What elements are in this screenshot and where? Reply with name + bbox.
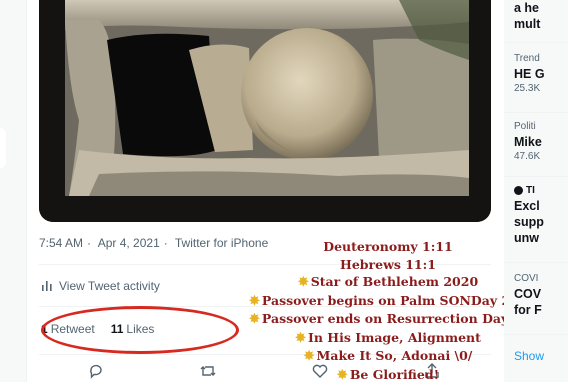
trend-item-2[interactable]: Politi Mike 47.6K [514,120,542,164]
overlay-line-2: Hebrews 11:1 [249,256,527,274]
news-source-icon [514,186,523,195]
trend-item-1[interactable]: Trend HE G 25.3K [514,52,545,96]
covid-category: COVI [514,272,542,286]
trend-title: HE G [514,66,545,82]
star-icon: ✸ [337,368,348,383]
trend-top-line1: a he [514,0,540,16]
sidebar-divider [504,42,568,43]
star-icon: ✸ [304,349,315,364]
activity-label: View Tweet activity [59,279,160,293]
covid-line1: COV [514,286,542,302]
retweet-icon[interactable] [199,362,217,380]
sidebar-divider [504,112,568,113]
trend-category: Politi [514,120,542,134]
star-icon: ✸ [298,275,309,290]
overlay-line-7: ✸Make It So, Adonai \0/ [249,347,527,366]
star-icon: ✸ [295,331,306,346]
news-line1: Excl [514,198,544,214]
tweet-detail: 7:54 AM· Apr 4, 2021· Twitter for iPhone… [26,0,506,382]
star-icon: ✸ [249,312,260,327]
news-line2: supp [514,214,544,230]
bar-chart-icon [41,280,53,292]
tomb-photo [39,0,491,222]
overlay-line-4: ✸Passover begins on Palm SONDay 2021 [249,292,527,311]
trend-count: 47.6K [514,150,542,164]
left-gutter [0,0,26,382]
trend-title: Mike [514,134,542,150]
news-source: TI [526,185,535,196]
trend-item-top[interactable]: a he mult [514,0,540,32]
tweet-time[interactable]: 7:54 AM [39,236,83,250]
news-item[interactable]: TI Excl supp unw [514,184,544,246]
trend-count: 25.3K [514,82,545,96]
overlay-line-1: Deuteronomy 1:11 [249,238,527,256]
star-icon: ✸ [249,294,260,309]
trend-top-line2: mult [514,16,540,32]
annotation-ring [41,306,239,354]
tweet-meta: 7:54 AM· Apr 4, 2021· Twitter for iPhone [39,236,272,250]
news-line3: unw [514,230,544,246]
sidebar-divider [504,334,568,335]
covid-line2: for F [514,302,542,318]
overlay-caption: Deuteronomy 1:11 Hebrews 11:1 ✸Star of B… [249,238,527,384]
overlay-line-3: ✸Star of Bethlehem 2020 [249,273,527,292]
overlay-line-5: ✸Passover ends on Resurrection Day 2021 [249,310,527,329]
sidebar-divider [504,262,568,263]
reply-icon[interactable] [87,362,105,380]
tweet-image[interactable] [39,0,491,222]
covid-item[interactable]: COVI COV for F [514,272,542,318]
trend-category: Trend [514,52,545,66]
overlay-line-8: ✸Be Glorified! [249,366,527,384]
overlay-line-6: ✸In His Image, Alignment [249,329,527,348]
show-more-link[interactable]: Show [514,349,544,363]
gutter-notch [0,128,6,168]
tweet-date[interactable]: Apr 4, 2021 [98,236,160,250]
sidebar-divider [504,176,568,177]
trends-sidebar: a he mult Trend HE G 25.3K Politi Mike 4… [504,0,568,382]
view-activity-link[interactable]: View Tweet activity [41,279,160,293]
